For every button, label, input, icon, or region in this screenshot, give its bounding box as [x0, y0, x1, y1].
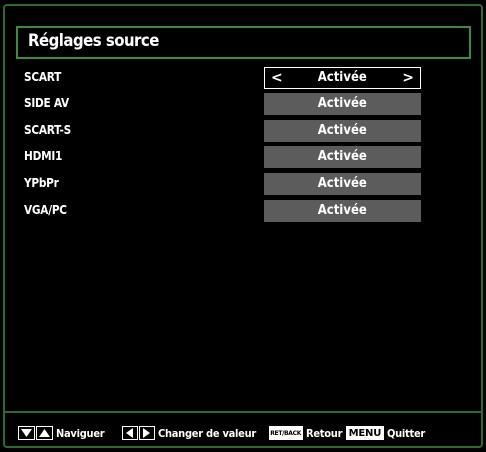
chevron-left-icon[interactable]: < [271, 68, 283, 88]
down-arrow-icon [18, 426, 35, 440]
source-value-selector[interactable]: Activée [264, 173, 421, 195]
source-row-scart-s[interactable]: SCART-S Activée [18, 120, 428, 142]
quit-hint: Quitter [386, 426, 425, 440]
chevron-right-icon[interactable]: > [402, 68, 414, 88]
source-label: VGA/PC [24, 203, 67, 217]
footer-divider [4, 411, 482, 413]
source-value-selector[interactable]: Activée [264, 200, 421, 222]
source-label: SIDE AV [24, 96, 69, 110]
source-value-selector[interactable]: Activée [264, 93, 421, 115]
source-row-side-av[interactable]: SIDE AV Activée [18, 93, 428, 115]
page-title: Réglages source [28, 31, 159, 51]
source-value: Activée [317, 203, 368, 218]
source-label: SCART-S [24, 123, 71, 137]
change-value-hint: Changer de valeur [157, 426, 256, 440]
footer-help-bar: Naviguer Changer de valeur RET/BACK Reto… [18, 424, 429, 442]
menu-key-label: MENU [348, 427, 382, 439]
back-key-icon: RET/BACK [268, 426, 303, 440]
source-value-selector[interactable]: Activée [264, 120, 421, 142]
source-value: Activée [317, 176, 368, 191]
right-arrow-icon [138, 426, 155, 440]
source-value-selector[interactable]: < Activée > [264, 67, 421, 89]
menu-key-icon: MENU [345, 426, 384, 440]
source-label: HDMI1 [24, 149, 63, 163]
source-row-scart[interactable]: SCART < Activée > [18, 67, 428, 89]
up-down-arrows-icon [18, 426, 53, 440]
back-key-label: RET/BACK [270, 429, 302, 437]
source-row-ypbpr[interactable]: YPbPr Activée [18, 173, 428, 195]
navigate-hint: Naviguer [56, 426, 105, 440]
left-right-arrows-icon [121, 426, 155, 440]
source-value: Activée [317, 70, 368, 85]
source-label: YPbPr [24, 176, 59, 190]
title-bar: Réglages source [16, 26, 471, 59]
source-value: Activée [317, 123, 368, 138]
source-row-vga-pc[interactable]: VGA/PC Activée [18, 200, 428, 222]
source-value: Activée [317, 96, 368, 111]
tv-osd-screen: Réglages source SCART < Activée > SIDE A… [0, 0, 486, 452]
up-arrow-icon [36, 426, 53, 440]
source-label: SCART [24, 70, 62, 84]
source-value-selector[interactable]: Activée [264, 146, 421, 168]
source-row-hdmi1[interactable]: HDMI1 Activée [18, 146, 428, 168]
back-hint: Retour [305, 426, 342, 440]
left-arrow-icon [121, 426, 138, 440]
source-value: Activée [317, 149, 368, 164]
